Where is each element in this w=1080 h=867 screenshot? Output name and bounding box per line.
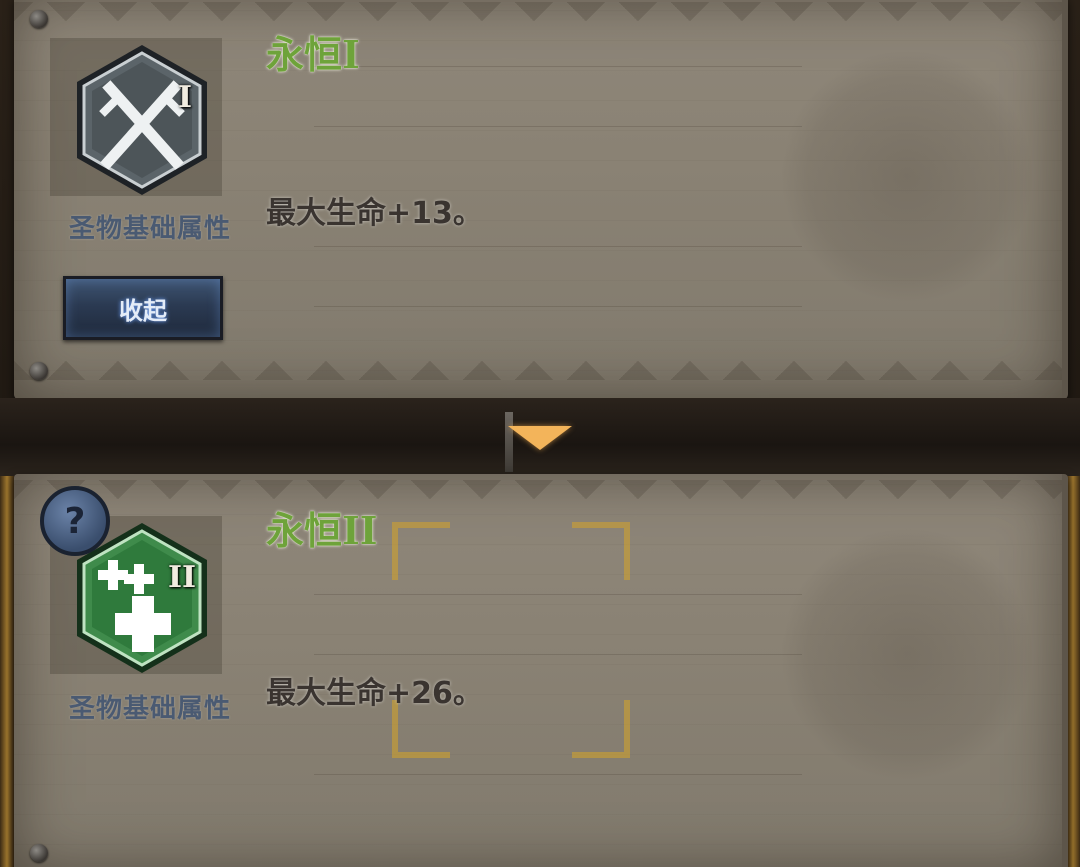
- divider-line: [314, 126, 802, 127]
- relic-description: 最大生命+26。: [266, 676, 483, 711]
- panel-border-pattern: [14, 2, 1062, 28]
- relic-title: 永恒I: [266, 32, 360, 77]
- relic-category-label: 圣物基础属性: [68, 694, 231, 724]
- panel-border-pattern: [14, 354, 1062, 380]
- help-button[interactable]: ?: [40, 486, 110, 556]
- divider-line: [314, 654, 802, 655]
- divider-line: [314, 306, 802, 307]
- expand-arrow-icon[interactable]: [508, 426, 572, 450]
- target-bracket: [572, 700, 630, 758]
- relic-description: 最大生命+13。: [266, 196, 483, 231]
- divider-line: [314, 246, 802, 247]
- background-emblem: [782, 46, 1032, 306]
- crossed-swords-icon[interactable]: [72, 42, 212, 198]
- relic-category-label: 圣物基础属性: [68, 214, 231, 244]
- relic-detail-screen: I 圣物基础属性 永恒I 最大生命+13。 收起 ? II 圣物基础属性 永恒I…: [0, 0, 1080, 867]
- background-emblem: [782, 524, 1032, 784]
- target-bracket: [572, 522, 630, 580]
- panel-border-pattern: [14, 480, 1062, 506]
- divider-line: [314, 66, 802, 67]
- screw-icon: [30, 10, 48, 28]
- tier-mark: II: [168, 560, 197, 595]
- screw-icon: [30, 844, 48, 862]
- screw-icon: [30, 362, 48, 380]
- tier-mark: I: [178, 80, 193, 115]
- collapse-button[interactable]: 收起: [63, 276, 223, 340]
- relic-title: 永恒II: [266, 508, 378, 553]
- left-gold-rail: [0, 476, 14, 867]
- target-bracket: [392, 522, 450, 580]
- divider-line: [314, 774, 802, 775]
- divider-line: [314, 594, 802, 595]
- right-gold-rail: [1066, 476, 1080, 867]
